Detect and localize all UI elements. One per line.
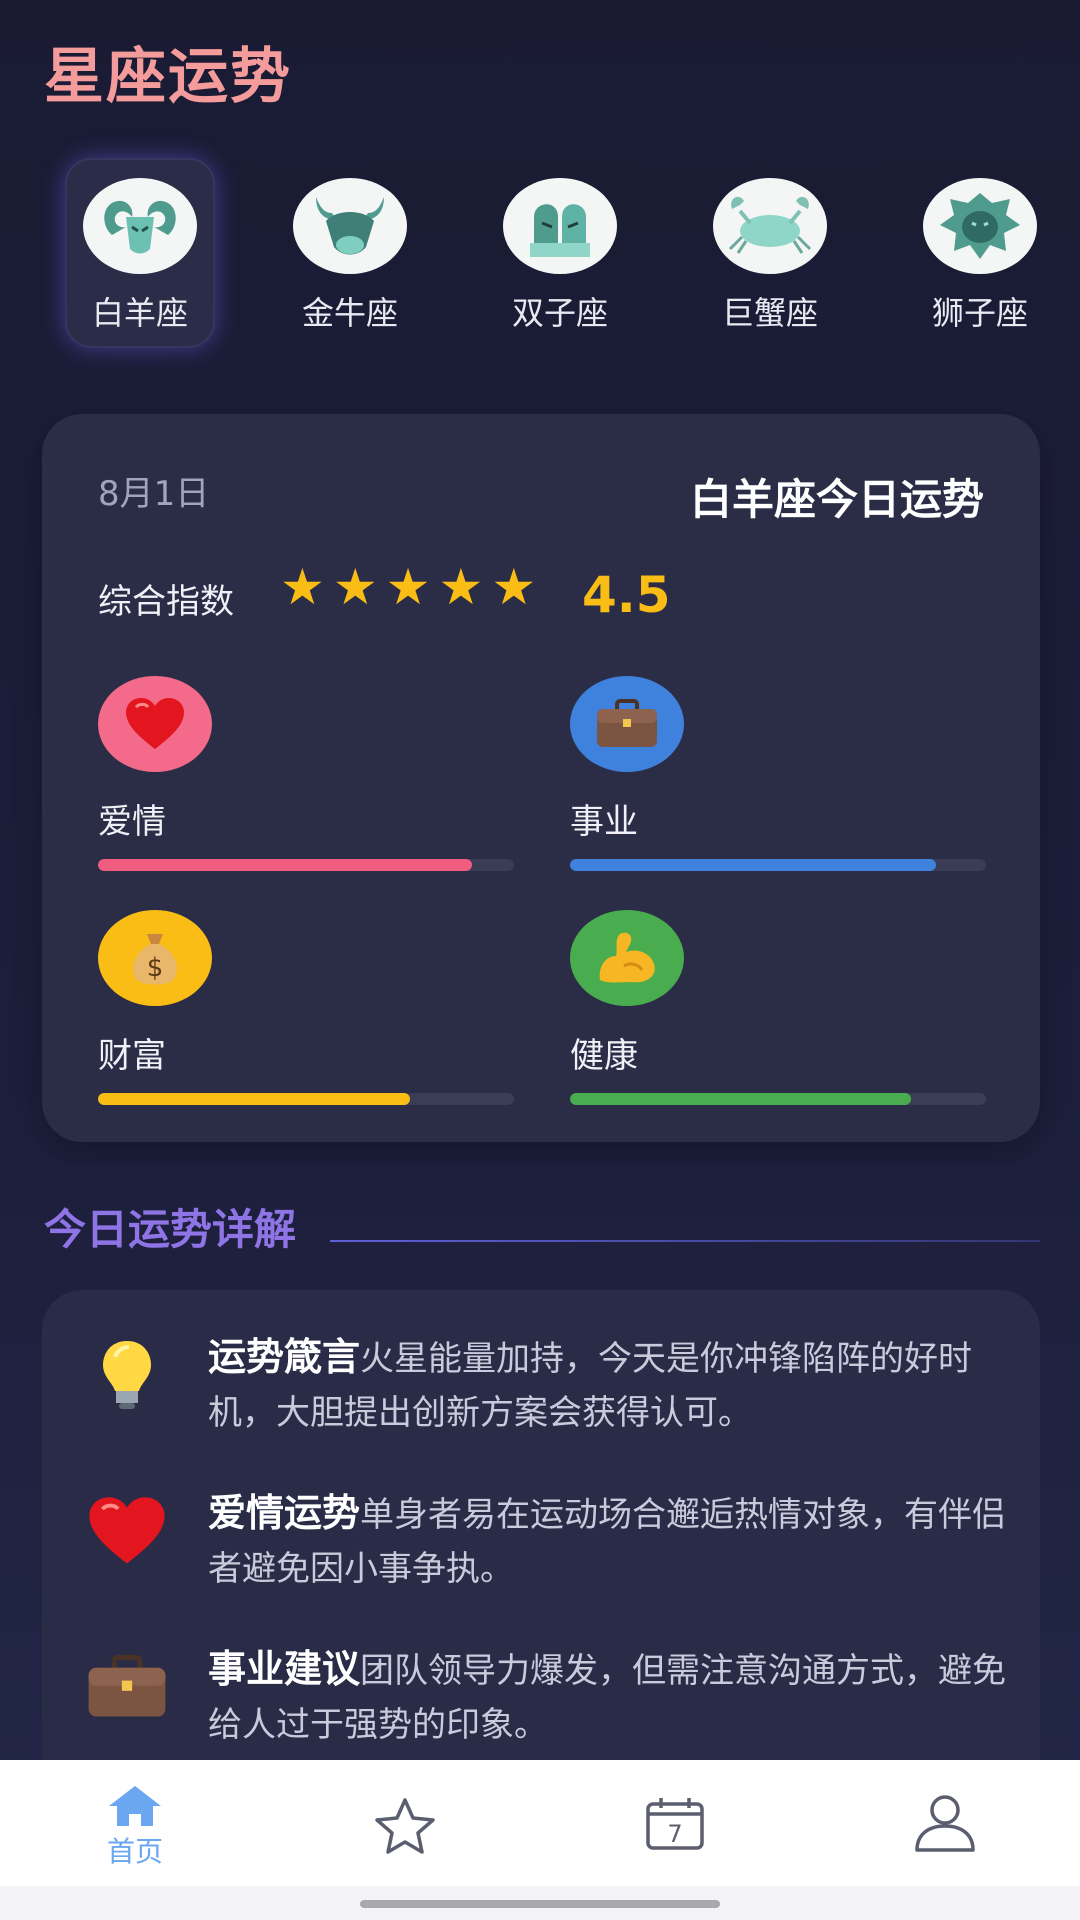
progress-fill [570,859,937,871]
star-icon: ★ [438,558,484,616]
star-icon: ★ [491,558,537,616]
nav-profile[interactable] [810,1760,1080,1886]
calendar-icon: 7 [646,1798,704,1850]
detail-text: 爱情运势单身者易在运动场合邂逅热情对象，有伴侣者避免因小事争执。 [208,1486,1008,1596]
calendar-day: 7 [667,1820,682,1848]
detail-title: 运势箴言 [208,1335,361,1379]
detail-text: 事业建议团队领导力爆发，但需注意沟通方式，避免给人过于强势的印象。 [208,1642,1008,1752]
nav-calendar[interactable]: 7 [540,1760,810,1886]
zodiac-label: 狮子座 [931,294,1028,332]
detail-card: 运势箴言火星能量加持，今天是你冲锋陷阵的好时机，大胆提出创新方案会获得认可。 爱… [42,1290,1040,1810]
zodiac-label: 双子座 [511,294,608,332]
detail-text: 运势箴言火星能量加持，今天是你冲锋陷阵的好时机，大胆提出创新方案会获得认可。 [208,1330,1008,1440]
zodiac-selector: 白羊座 金牛座 双子座 巨蟹座 狮子座 [0,158,1080,348]
metric-health: 健康 [570,910,986,1110]
section-title: 今日运势详解 [44,1205,297,1254]
zodiac-item-leo[interactable]: 狮子座 [905,158,1055,348]
progress-bar-career [570,859,986,871]
money-bag-icon: $ [98,910,212,1006]
score-value: 4.5 [582,566,671,624]
metric-wealth: $ 财富 [98,910,514,1110]
star-icon: ★ [385,558,431,616]
fortune-card: 8月1日 白羊座今日运势 综合指数 ★ ★ ★ ★ ★ 4.5 爱情 事业 $ … [42,414,1040,1142]
bottom-nav: 首页 7 [0,1760,1080,1886]
progress-fill [98,1093,410,1105]
zodiac-item-gemini[interactable]: 双子座 [485,158,635,348]
heart-icon [82,1486,172,1576]
zodiac-item-taurus[interactable]: 金牛座 [275,158,425,348]
fortune-date: 8月1日 [98,474,210,514]
progress-fill [98,859,473,871]
nav-home[interactable]: 首页 [0,1760,270,1886]
leo-icon [923,178,1037,274]
gemini-icon [503,178,617,274]
progress-bar-love [98,859,514,871]
star-icon: ★ [332,558,378,616]
nav-label-home: 首页 [106,1835,163,1868]
detail-title: 事业建议 [208,1647,361,1691]
metric-label: 财富 [98,1036,166,1076]
home-icon [109,1786,161,1826]
star-icon: ★ [280,558,325,616]
detail-title: 爱情运势 [208,1491,361,1535]
aries-icon [83,178,197,274]
taurus-icon [293,178,407,274]
star-rating: ★ ★ ★ ★ ★ [280,562,536,612]
lightbulb-icon [82,1330,172,1420]
metric-career: 事业 [570,676,986,876]
metric-label: 爱情 [98,802,166,842]
heart-icon [98,676,212,772]
cancer-icon [713,178,827,274]
zodiac-label: 巨蟹座 [721,294,818,332]
user-icon [915,1795,975,1852]
muscle-icon [570,910,684,1006]
zodiac-item-aries[interactable]: 白羊座 [65,158,215,348]
nav-favorites[interactable] [270,1760,540,1886]
fortune-title: 白羊座今日运势 [689,475,984,524]
score-label: 综合指数 [98,582,234,622]
metric-love: 爱情 [98,676,514,876]
zodiac-label: 金牛座 [301,294,398,332]
progress-bar-wealth [98,1093,514,1105]
system-home-bar [0,1886,1080,1920]
progress-fill [570,1093,912,1105]
progress-bar-health [570,1093,986,1105]
section-divider [330,1240,1040,1242]
zodiac-label: 白羊座 [91,294,188,332]
home-indicator[interactable] [360,1900,720,1908]
zodiac-item-cancer[interactable]: 巨蟹座 [695,158,845,348]
star-icon [375,1798,435,1854]
svg-text:$: $ [147,953,164,983]
briefcase-icon [82,1642,172,1732]
briefcase-icon [570,676,684,772]
metric-label: 事业 [570,802,638,842]
page-title: 星座运势 [44,42,292,112]
metric-label: 健康 [570,1036,638,1076]
